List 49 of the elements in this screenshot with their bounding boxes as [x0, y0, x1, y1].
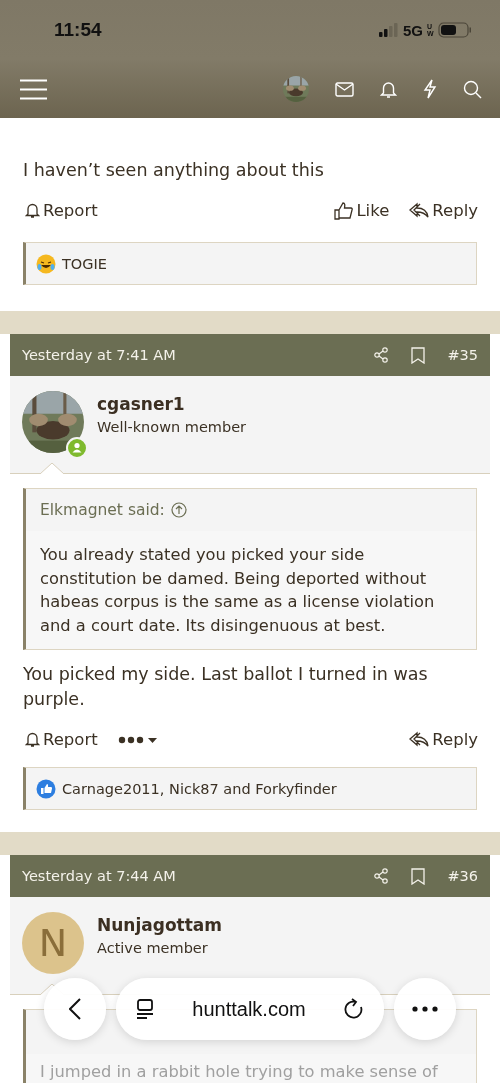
lightning-icon[interactable]: [423, 79, 437, 99]
bell-icon: [25, 731, 40, 748]
thumbs-up-icon: [36, 778, 56, 799]
thumbs-up-icon: [334, 201, 354, 220]
report-button[interactable]: Report: [25, 730, 98, 749]
status-time: 11:54: [54, 19, 103, 41]
post-text: I haven’t seen anything about this: [22, 159, 325, 182]
more-menu-button[interactable]: [117, 734, 158, 745]
bookmark-icon[interactable]: [411, 867, 426, 885]
address-bar[interactable]: hunttalk.com: [116, 978, 384, 1040]
like-button[interactable]: Like: [334, 201, 390, 220]
reactions-text: Carnage2011, Nick87 and Forkyfinder: [62, 780, 337, 797]
bell-icon: [25, 202, 40, 219]
signal-icon: [379, 23, 399, 37]
dots-caret-icon: [117, 734, 158, 745]
post-time[interactable]: Yesterday at 7:44 AM: [22, 868, 352, 884]
network-label: 5G: [403, 21, 423, 39]
reply-button[interactable]: Reply: [409, 730, 478, 749]
post-time[interactable]: Yesterday at 7:41 AM: [22, 347, 352, 363]
quote-author[interactable]: Elkmagnet said:: [40, 501, 165, 519]
report-button[interactable]: Report: [25, 201, 98, 220]
author-title: Well-known member: [97, 419, 247, 435]
laughing-emoji-icon: [36, 253, 56, 274]
reply-icon: [409, 731, 430, 748]
author-name[interactable]: Nunjagottam: [97, 915, 223, 935]
bell-icon[interactable]: [380, 79, 397, 99]
more-icon: [412, 1006, 438, 1012]
url-text: hunttalk.com: [191, 997, 307, 1021]
reply-button[interactable]: Reply: [409, 201, 478, 220]
search-icon[interactable]: [463, 79, 482, 99]
author-name[interactable]: cgasner1: [97, 394, 247, 414]
bookmark-icon[interactable]: [411, 346, 426, 364]
reply-icon: [409, 202, 430, 219]
share-icon[interactable]: [373, 347, 390, 363]
reload-icon[interactable]: [344, 998, 364, 1020]
reactions-bar[interactable]: Carnage2011, Nick87 and Forkyfinder: [23, 767, 477, 810]
back-icon: [69, 998, 81, 1020]
reactions-bar[interactable]: TOGIE: [23, 242, 477, 285]
page-menu-icon[interactable]: [136, 999, 154, 1019]
post-text: You picked my side. Last ballot I turned in was purple.: [22, 663, 429, 711]
reactions-text: TOGIE: [62, 255, 107, 272]
menu-icon[interactable]: [20, 78, 47, 100]
post-number[interactable]: #36: [447, 868, 478, 884]
author-title: Active member: [97, 940, 209, 956]
share-icon[interactable]: [373, 868, 390, 884]
post-number[interactable]: #35: [447, 347, 478, 363]
battery-icon: [438, 22, 472, 38]
account-avatar[interactable]: [283, 76, 309, 102]
mail-icon[interactable]: [335, 81, 354, 97]
